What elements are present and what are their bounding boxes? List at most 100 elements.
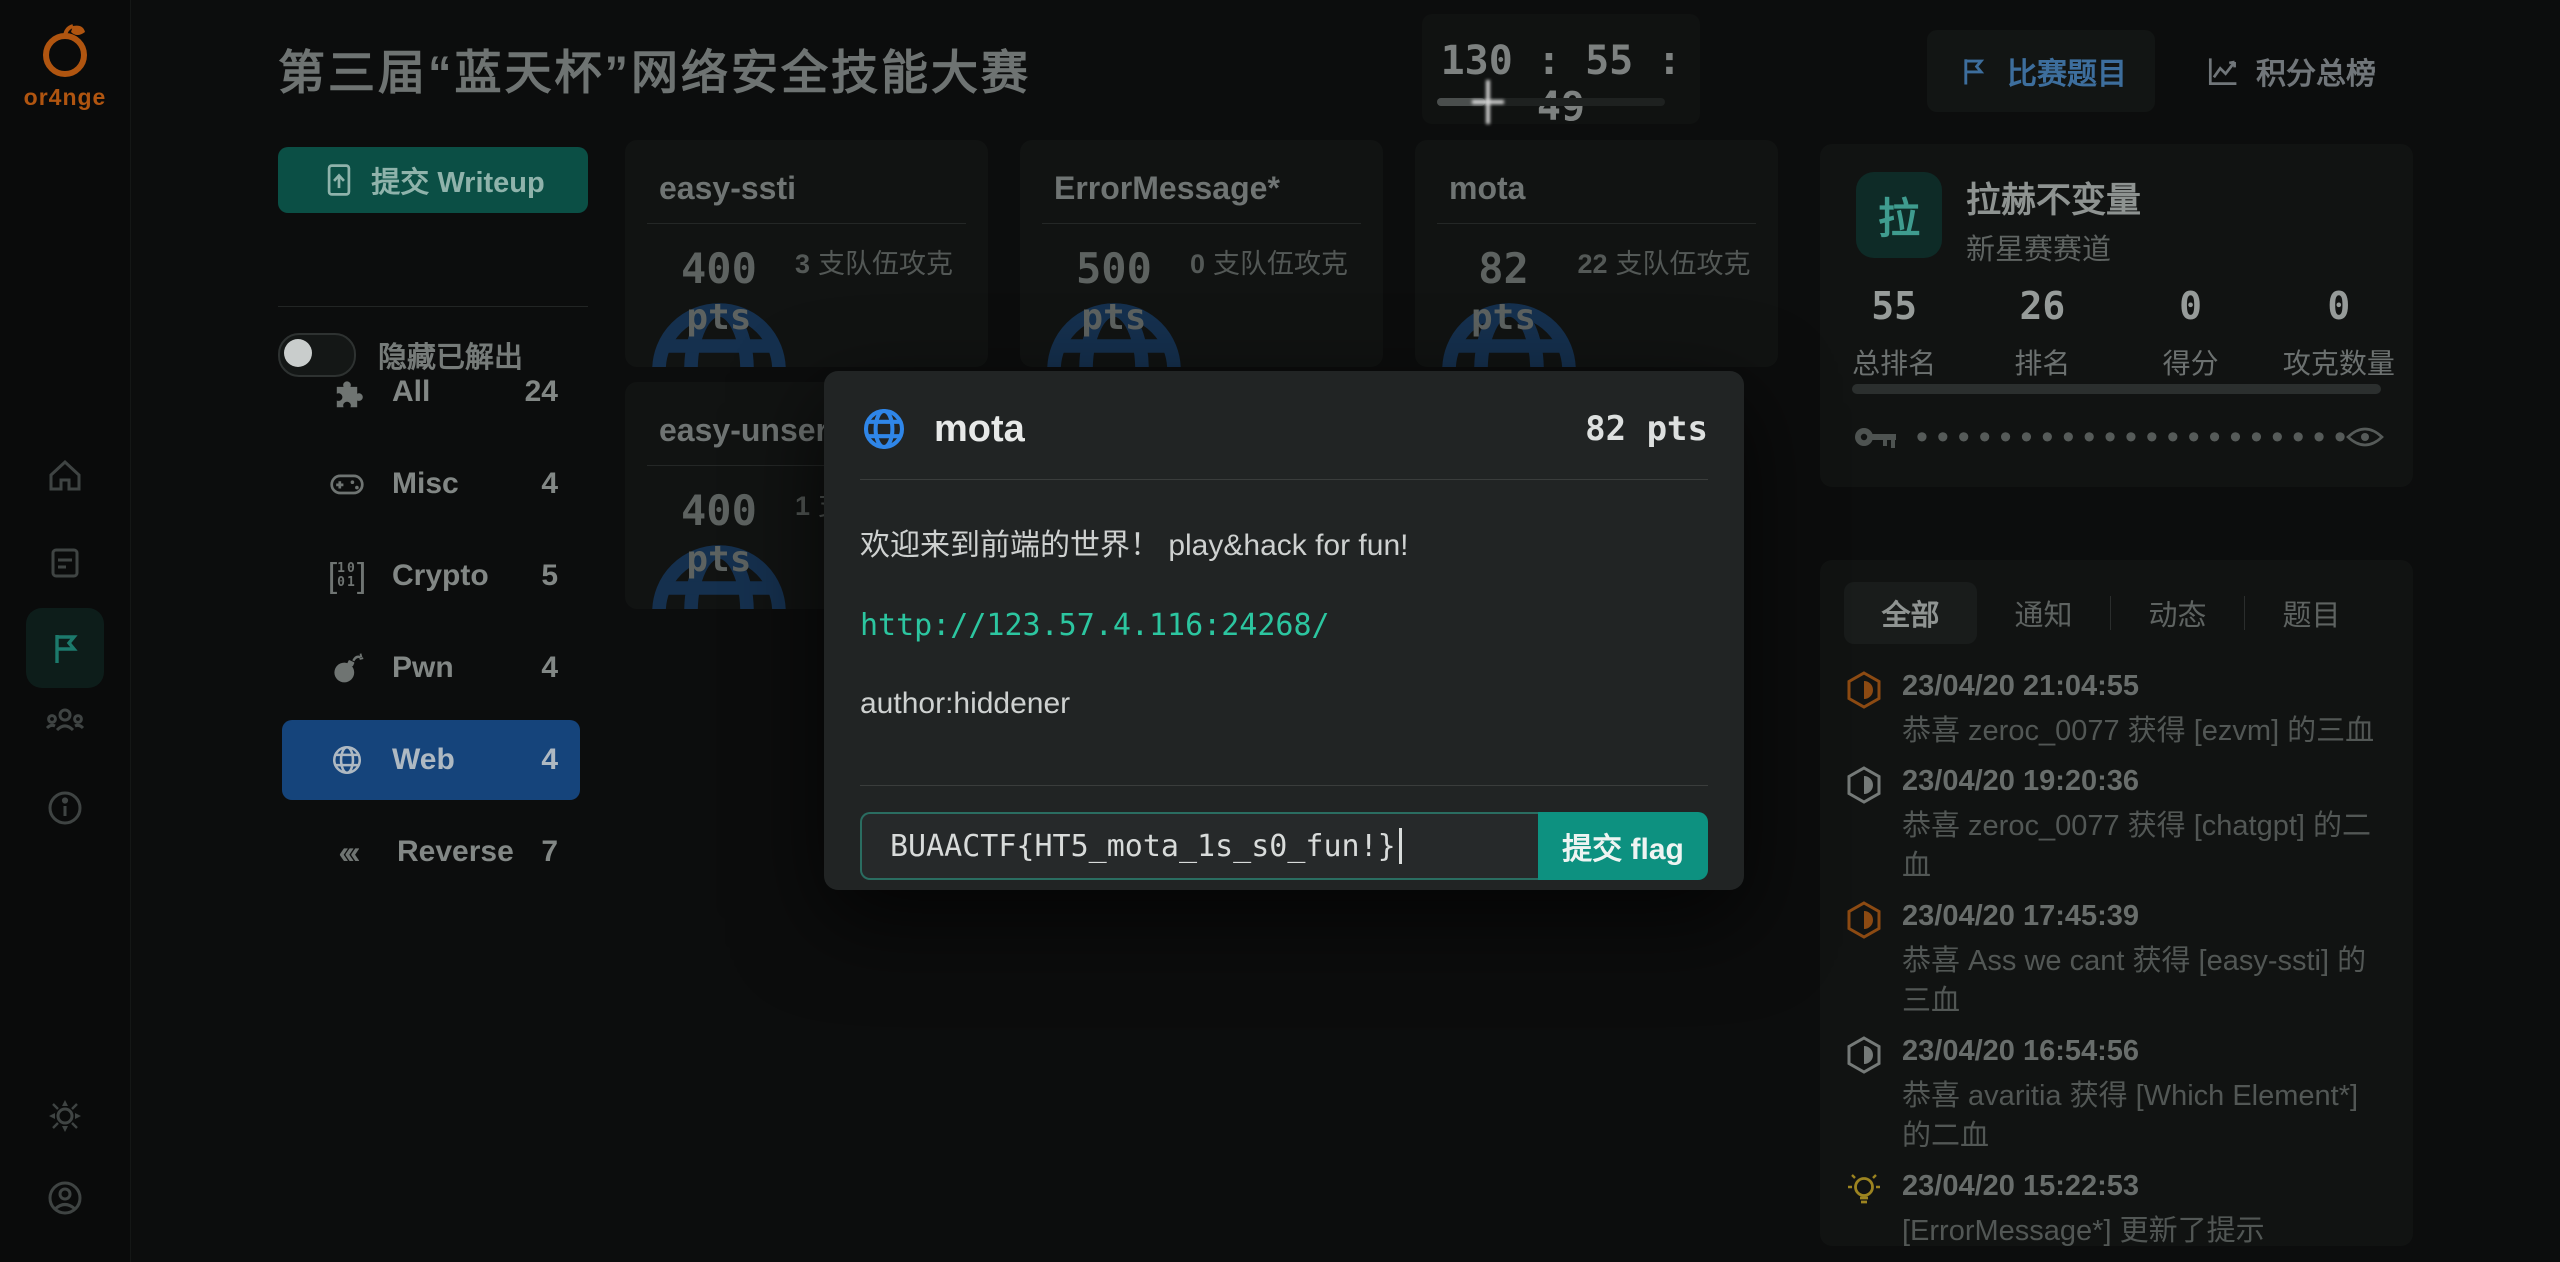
second-blood-badge-icon <box>1844 765 1884 805</box>
flag-submit-row: BUAACTF{HT5_mota_1s_s0_fun!} 提交 flag <box>860 812 1708 880</box>
category-label: Crypto <box>392 559 489 593</box>
challenge-author: author:hiddener <box>860 687 1708 721</box>
stat-label: 攻克数量 <box>2265 342 2413 382</box>
brand-logo[interactable]: or4nge <box>0 18 130 111</box>
feed-tab-notices[interactable]: 通知 <box>1977 582 2110 644</box>
category-count: 4 <box>541 651 558 685</box>
modal-divider <box>860 479 1708 480</box>
category-pwn[interactable]: Pwn 4 <box>282 628 580 708</box>
feed-time: 23/04/20 21:04:55 <box>1902 670 2389 703</box>
globe-icon-blue <box>860 405 908 453</box>
info-icon[interactable] <box>45 788 85 828</box>
puzzle-icon <box>328 375 366 409</box>
modal-header: mota 82 pts <box>860 405 1708 453</box>
submit-writeup-button[interactable]: 提交 Writeup <box>278 147 588 213</box>
stat-label: 总排名 <box>1820 342 1968 382</box>
upload-document-icon <box>321 162 357 198</box>
submit-flag-button[interactable]: 提交 flag <box>1538 812 1708 880</box>
nav-leaderboard-button[interactable]: 积分总榜 <box>2170 30 2410 112</box>
team-card: 拉 拉赫不变量 新星赛赛道 55总排名 26排名 0得分 0攻克数量 •••••… <box>1820 144 2413 487</box>
feed-time: 23/04/20 15:22:53 <box>1902 1170 2389 1203</box>
flag-input[interactable]: BUAACTF{HT5_mota_1s_s0_fun!} <box>860 812 1538 880</box>
card-divider <box>1042 223 1361 224</box>
feed-items: 23/04/20 21:04:55 恭喜 zeroc_0077 获得 [ezvm… <box>1844 670 2389 1246</box>
challenge-solves: 22支队伍攻克 <box>1576 244 1752 338</box>
third-blood-badge-icon <box>1844 670 1884 710</box>
feed-item: 23/04/20 19:20:36 恭喜 zeroc_0077 获得 [chat… <box>1844 765 2389 886</box>
submit-writeup-label: 提交 Writeup <box>371 159 544 201</box>
category-label: All <box>392 375 430 409</box>
home-icon[interactable] <box>45 455 85 495</box>
stat-value: 26 <box>1968 284 2116 328</box>
challenge-card-easy-ssti[interactable]: easy-ssti 400pts 3支队伍攻克 <box>625 140 988 367</box>
account-icon[interactable] <box>45 1178 85 1218</box>
activity-feed-card: 全部 通知 动态 题目 23/04/20 21:04:55 恭喜 zeroc_0… <box>1820 560 2413 1246</box>
category-crypto[interactable]: [ 1001 ] Crypto 5 <box>282 536 580 616</box>
team-avatar: 拉 <box>1856 172 1942 258</box>
points-unit: pts <box>1471 297 1536 338</box>
category-count: 4 <box>541 743 558 777</box>
globe-icon <box>328 743 366 777</box>
stat-label: 得分 <box>2117 342 2265 382</box>
nav-challenges-label: 比赛题目 <box>2007 49 2127 93</box>
category-label: Web <box>392 743 455 777</box>
challenge-points: 500 <box>1076 244 1152 293</box>
challenge-card-errormessage[interactable]: ErrorMessage* 500pts 0支队伍攻克 <box>1020 140 1383 367</box>
flag-icon <box>1955 53 1991 89</box>
challenge-title: easy-ssti <box>659 170 988 207</box>
stat-value: 0 <box>2117 284 2265 328</box>
points-unit: pts <box>681 297 757 338</box>
bomb-icon <box>328 650 366 686</box>
feed-text: 恭喜 zeroc_0077 获得 [chatgpt] 的二血 <box>1902 806 2389 886</box>
feed-tabs: 全部 通知 动态 题目 <box>1844 582 2413 644</box>
challenges-flag-icon[interactable] <box>45 628 85 668</box>
challenge-link[interactable]: http://123.57.4.116:24268/ <box>860 608 1708 643</box>
modal-description: 欢迎来到前端的世界！ play&hack for fun! <box>860 520 1708 564</box>
theme-toggle-icon[interactable] <box>45 1096 85 1136</box>
feed-text: [ErrorMessage*] 更新了提示 <box>1902 1211 2389 1246</box>
binary-brackets-icon: [ 1001 ] <box>328 561 366 591</box>
challenge-points: 82 <box>1471 244 1536 293</box>
feed-time: 23/04/20 19:20:36 <box>1902 765 2389 798</box>
feed-text: 恭喜 zeroc_0077 获得 [ezvm] 的三血 <box>1902 711 2389 751</box>
category-count: 5 <box>541 559 558 593</box>
filter-divider <box>278 306 588 307</box>
feed-tab-challenges[interactable]: 题目 <box>2245 582 2378 644</box>
category-label: Misc <box>392 467 459 501</box>
challenge-card-mota[interactable]: mota 82pts 22支队伍攻克 <box>1415 140 1778 367</box>
stat-value: 55 <box>1820 284 1968 328</box>
category-count: 24 <box>525 375 558 409</box>
orange-logo-icon <box>33 18 97 82</box>
category-misc[interactable]: Misc 4 <box>282 444 580 524</box>
timer-countdown: 130 : 55 : 49 <box>1422 38 1700 130</box>
challenge-points: 400 <box>681 486 757 535</box>
category-label: Pwn <box>392 651 454 685</box>
third-blood-badge-icon <box>1844 900 1884 940</box>
challenge-title: ErrorMessage* <box>1054 170 1383 207</box>
feed-text: 恭喜 Ass we cant 获得 [easy-ssti] 的三血 <box>1902 941 2389 1021</box>
team-name: 拉赫不变量 <box>1966 172 2141 223</box>
category-reverse[interactable]: ‹‹‹ Reverse 7 <box>282 812 580 892</box>
challenge-points: 400 <box>681 244 757 293</box>
stat-label: 排名 <box>1968 342 2116 382</box>
hint-bulb-icon <box>1844 1170 1884 1210</box>
points-unit: pts <box>1076 297 1152 338</box>
teams-icon[interactable] <box>45 700 85 740</box>
eye-icon[interactable] <box>2345 423 2385 451</box>
flag-input-value: BUAACTF{HT5_mota_1s_s0_fun!} <box>890 829 1396 864</box>
feed-tab-activity[interactable]: 动态 <box>2111 582 2244 644</box>
feed-tab-all[interactable]: 全部 <box>1844 582 1977 644</box>
news-document-icon[interactable] <box>45 543 85 583</box>
feed-item: 23/04/20 15:22:53 [ErrorMessage*] 更新了提示 <box>1844 1170 2389 1246</box>
challenge-solves: 3支队伍攻克 <box>786 244 962 338</box>
feed-time: 23/04/20 17:45:39 <box>1902 900 2389 933</box>
team-progress-bar <box>1852 384 2381 394</box>
category-web-selected[interactable]: Web 4 <box>282 720 580 800</box>
nav-challenges-button[interactable]: 比赛题目 <box>1927 30 2155 112</box>
challenge-title: mota <box>1449 170 1778 207</box>
modal-challenge-points: 82 pts <box>1585 409 1708 449</box>
key-icon <box>1852 422 1900 452</box>
stat-value: 0 <box>2265 284 2413 328</box>
category-all[interactable]: All 24 <box>282 352 580 432</box>
feed-item: 23/04/20 21:04:55 恭喜 zeroc_0077 获得 [ezvm… <box>1844 670 2389 751</box>
